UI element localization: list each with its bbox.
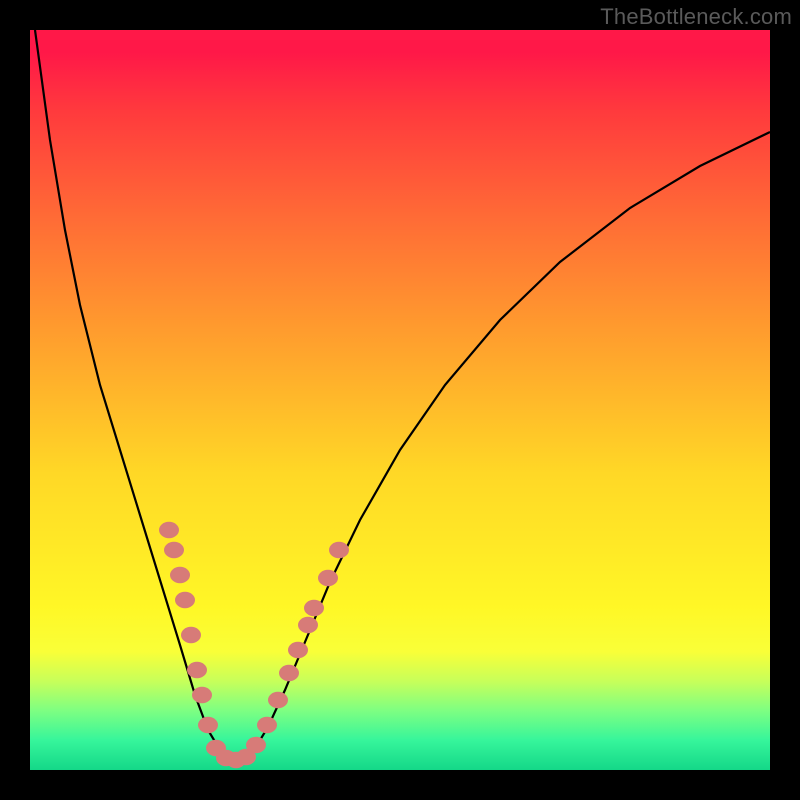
curve-marker [329, 542, 349, 558]
bottleneck-curve-svg [30, 30, 770, 770]
chart-area [30, 30, 770, 770]
curve-marker [198, 717, 218, 733]
curve-marker [257, 717, 277, 733]
curve-marker [164, 542, 184, 558]
curve-marker [181, 627, 201, 643]
curve-marker [159, 522, 179, 538]
curve-marker [268, 692, 288, 708]
curve-marker [298, 617, 318, 633]
marker-group [159, 522, 349, 768]
curve-marker [187, 662, 207, 678]
curve-marker [279, 665, 299, 681]
watermark-text: TheBottleneck.com [600, 4, 792, 30]
curve-marker [175, 592, 195, 608]
curve-marker [246, 737, 266, 753]
curve-marker [304, 600, 324, 616]
bottleneck-curve [35, 30, 770, 760]
curve-marker [318, 570, 338, 586]
curve-marker [170, 567, 190, 583]
curve-marker [192, 687, 212, 703]
curve-marker [288, 642, 308, 658]
